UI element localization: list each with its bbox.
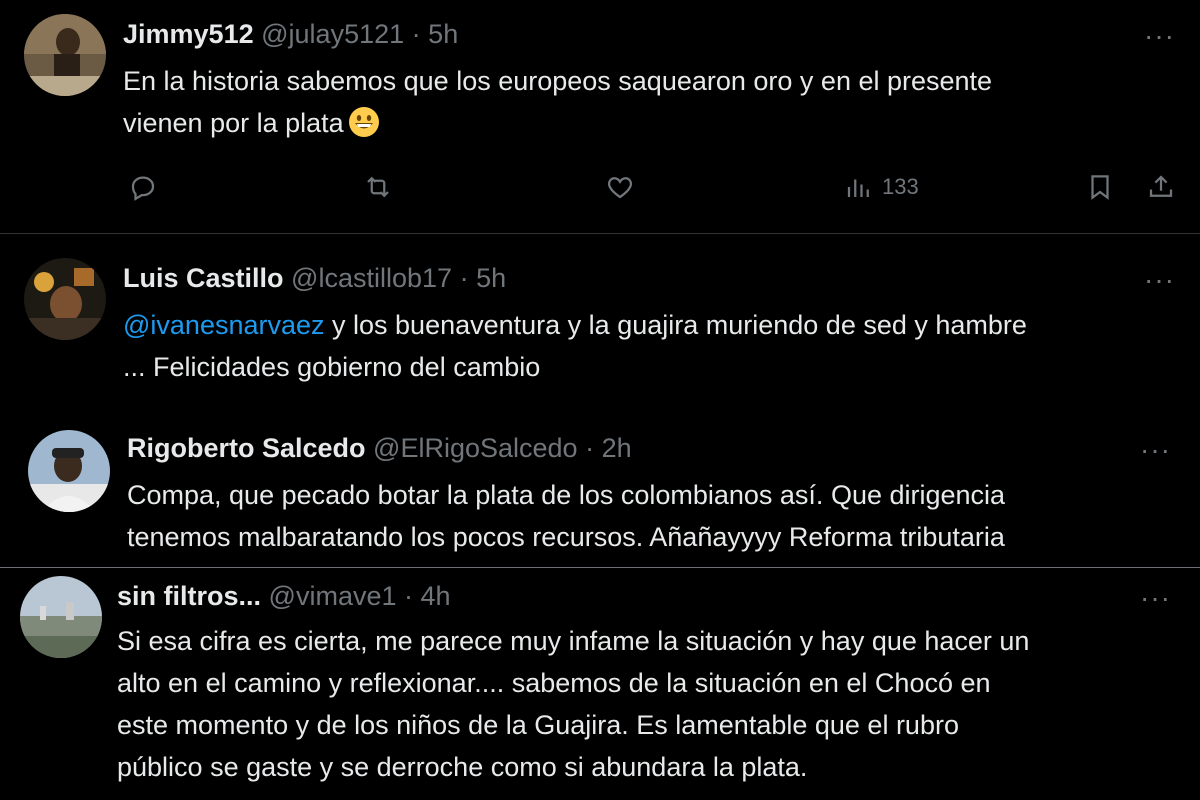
tweet-header: Luis Castillo @lcastillob17 · 5h [123, 262, 506, 294]
separator-dot: · [459, 263, 469, 293]
display-name[interactable]: Rigoberto Salcedo [127, 433, 366, 463]
tweet-header: sin filtros... @vimave1 · 4h [117, 580, 451, 612]
more-options-button[interactable]: ··· [1140, 584, 1171, 612]
separator-dot: · [411, 19, 421, 49]
more-options-button[interactable]: ··· [1144, 22, 1175, 50]
tweet-text: En la historia sabemos que los europeos … [123, 60, 992, 144]
tweet-text-line: vienen por la plata [123, 108, 344, 138]
timestamp[interactable]: 4h [421, 581, 451, 611]
tweet-text-line: este momento y de los niños de la Guajir… [117, 710, 959, 740]
timestamp[interactable]: 2h [602, 433, 632, 463]
tweet-text-line: y los buenaventura y la guajira muriendo… [324, 310, 1027, 340]
user-handle[interactable]: @ElRigoSalcedo [373, 433, 578, 463]
separator-dot: · [404, 581, 414, 611]
retweet-icon [367, 176, 389, 198]
tweet-header: Rigoberto Salcedo @ElRigoSalcedo · 2h [127, 432, 632, 464]
tweet-text-line: ... Felicidades gobierno del cambio [123, 352, 541, 382]
display-name[interactable]: sin filtros... [117, 581, 261, 611]
tweet-header: Jimmy512 @julay5121 · 5h [123, 18, 458, 50]
share-button[interactable] [1146, 172, 1176, 202]
user-handle[interactable]: @julay5121 [261, 19, 404, 49]
separator-dot: · [585, 433, 595, 463]
grinning-face-emoji-icon [348, 106, 380, 138]
reply-icon [131, 176, 155, 201]
like-icon [607, 177, 633, 199]
user-handle[interactable]: @lcastillob17 [291, 263, 452, 293]
more-options-button[interactable]: ··· [1144, 266, 1175, 294]
like-button[interactable] [604, 172, 636, 202]
views-icon [847, 179, 869, 197]
more-options-button[interactable]: ··· [1140, 436, 1171, 464]
views-button[interactable]: 133 [844, 172, 919, 202]
tweet-luis-castillo[interactable]: Luis Castillo @lcastillob17 · 5h ··· @iv… [0, 234, 1200, 404]
timestamp[interactable]: 5h [428, 19, 458, 49]
avatar[interactable] [20, 576, 102, 658]
display-name[interactable]: Jimmy512 [123, 19, 254, 49]
tweet-text: Si esa cifra es cierta, me parece muy in… [117, 620, 1029, 788]
tweet-jimmy512[interactable]: Jimmy512 @julay5121 · 5h ··· En la histo… [0, 0, 1200, 232]
avatar[interactable] [24, 14, 106, 96]
reply-button[interactable] [128, 172, 158, 202]
tweet-rigoberto-salcedo[interactable]: Rigoberto Salcedo @ElRigoSalcedo · 2h ··… [0, 404, 1200, 566]
bookmark-icon [1091, 175, 1109, 200]
tweet-text-line: tenemos malbaratando los pocos recursos.… [127, 522, 1005, 552]
views-count: 133 [882, 174, 919, 199]
tweet-sin-filtros[interactable]: sin filtros... @vimave1 · 4h ··· Si esa … [0, 568, 1200, 800]
tweet-text-line: alto en el camino y reflexionar.... sabe… [117, 668, 991, 698]
mention-link[interactable]: @ivanesnarvaez [123, 310, 325, 340]
tweet-text-line: Si esa cifra es cierta, me parece muy in… [117, 626, 1030, 656]
display-name[interactable]: Luis Castillo [123, 263, 284, 293]
tweet-text-line: En la historia sabemos que los europeos … [123, 66, 993, 96]
share-icon [1149, 175, 1173, 197]
retweet-button[interactable] [362, 172, 394, 202]
bookmark-button[interactable] [1085, 172, 1115, 202]
tweet-text-line: público se gaste y se derroche como si a… [117, 752, 808, 782]
tweet-text: Compa, que pecado botar la plata de los … [127, 474, 1005, 558]
tweet-text-line: Compa, que pecado botar la plata de los … [127, 480, 1006, 510]
user-handle[interactable]: @vimave1 [269, 581, 397, 611]
avatar[interactable] [28, 430, 110, 512]
avatar[interactable] [24, 258, 106, 340]
tweet-text: @ivanesnarvaez y los buenaventura y la g… [123, 304, 1027, 388]
timestamp[interactable]: 5h [476, 263, 506, 293]
